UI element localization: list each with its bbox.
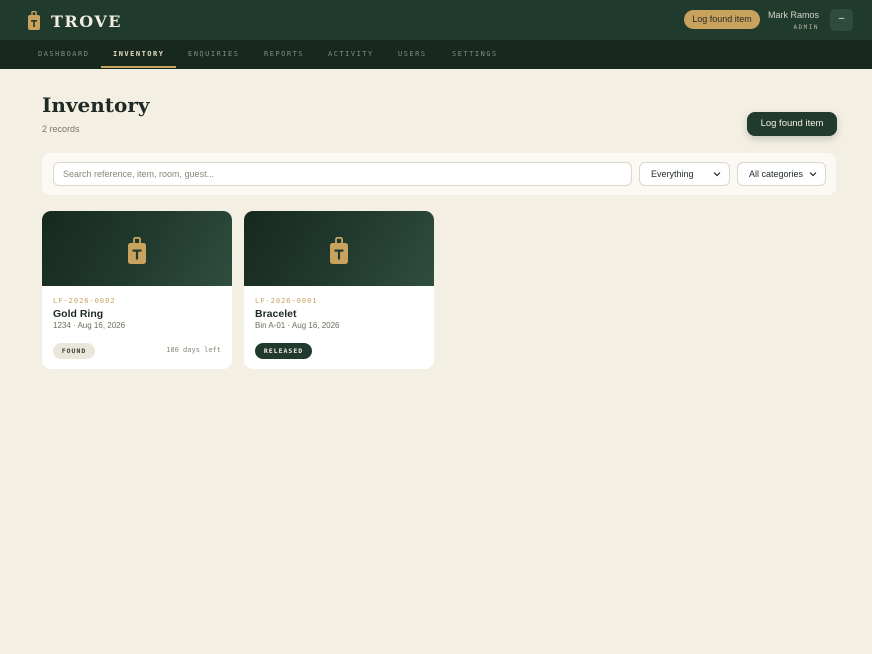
record-count: 2 records [42,124,80,134]
search-input[interactable] [53,162,632,186]
category-filter-select[interactable]: All categories [737,162,826,186]
chevron-down-icon [809,172,817,177]
nav-activity[interactable]: ACTIVITY [328,40,374,69]
user-info: Mark Ramos ADMIN [768,10,819,31]
nav-inventory[interactable]: INVENTORY [113,40,164,69]
days-left: 180 days left [166,346,221,354]
nav-enquiries[interactable]: ENQUIRIES [188,40,239,69]
nav-reports[interactable]: REPORTS [264,40,304,69]
luggage-tag-icon [128,237,146,264]
brand-name: TROVE [51,11,122,31]
brand[interactable]: TROVE [27,11,122,31]
item-reference: LF-2026-0002 [53,297,116,305]
card-hero [244,211,434,286]
type-filter-value: Everything [651,169,694,179]
log-found-item-button[interactable]: Log found item [684,10,760,29]
user-menu-button[interactable]: – [830,9,853,31]
main-nav: DASHBOARD INVENTORY ENQUIRIES REPORTS AC… [0,40,872,69]
luggage-tag-icon [28,11,40,30]
status-badge: RELEASED [255,343,312,359]
page-title: Inventory [42,93,150,117]
status-badge: FOUND [53,343,95,359]
top-bar: TROVE Log found item Mark Ramos ADMIN – [0,0,872,40]
card-hero [42,211,232,286]
luggage-tag-icon [330,237,348,264]
nav-active-indicator [101,66,176,68]
user-name: Mark Ramos [767,10,819,20]
nav-dashboard[interactable]: DASHBOARD [38,40,89,69]
item-name: Gold Ring [53,308,104,320]
item-card[interactable]: LF-2026-0001 Bracelet Bin A-01 · Aug 16,… [244,211,434,369]
type-filter-select[interactable]: Everything [639,162,730,186]
user-role: ADMIN [793,24,819,31]
nav-settings[interactable]: SETTINGS [452,40,498,69]
item-meta: 1234 · Aug 16, 2026 [53,321,126,330]
item-reference: LF-2026-0001 [255,297,318,305]
filter-bar: Everything All categories [42,153,836,195]
chevron-down-icon [713,172,721,177]
item-name: Bracelet [255,308,297,320]
item-meta: Bin A-01 · Aug 16, 2026 [255,321,340,330]
category-filter-value: All categories [749,169,804,179]
log-found-item-primary-button[interactable]: Log found item [747,112,837,136]
nav-users[interactable]: USERS [398,40,427,69]
item-card[interactable]: LF-2026-0002 Gold Ring 1234 · Aug 16, 20… [42,211,232,369]
